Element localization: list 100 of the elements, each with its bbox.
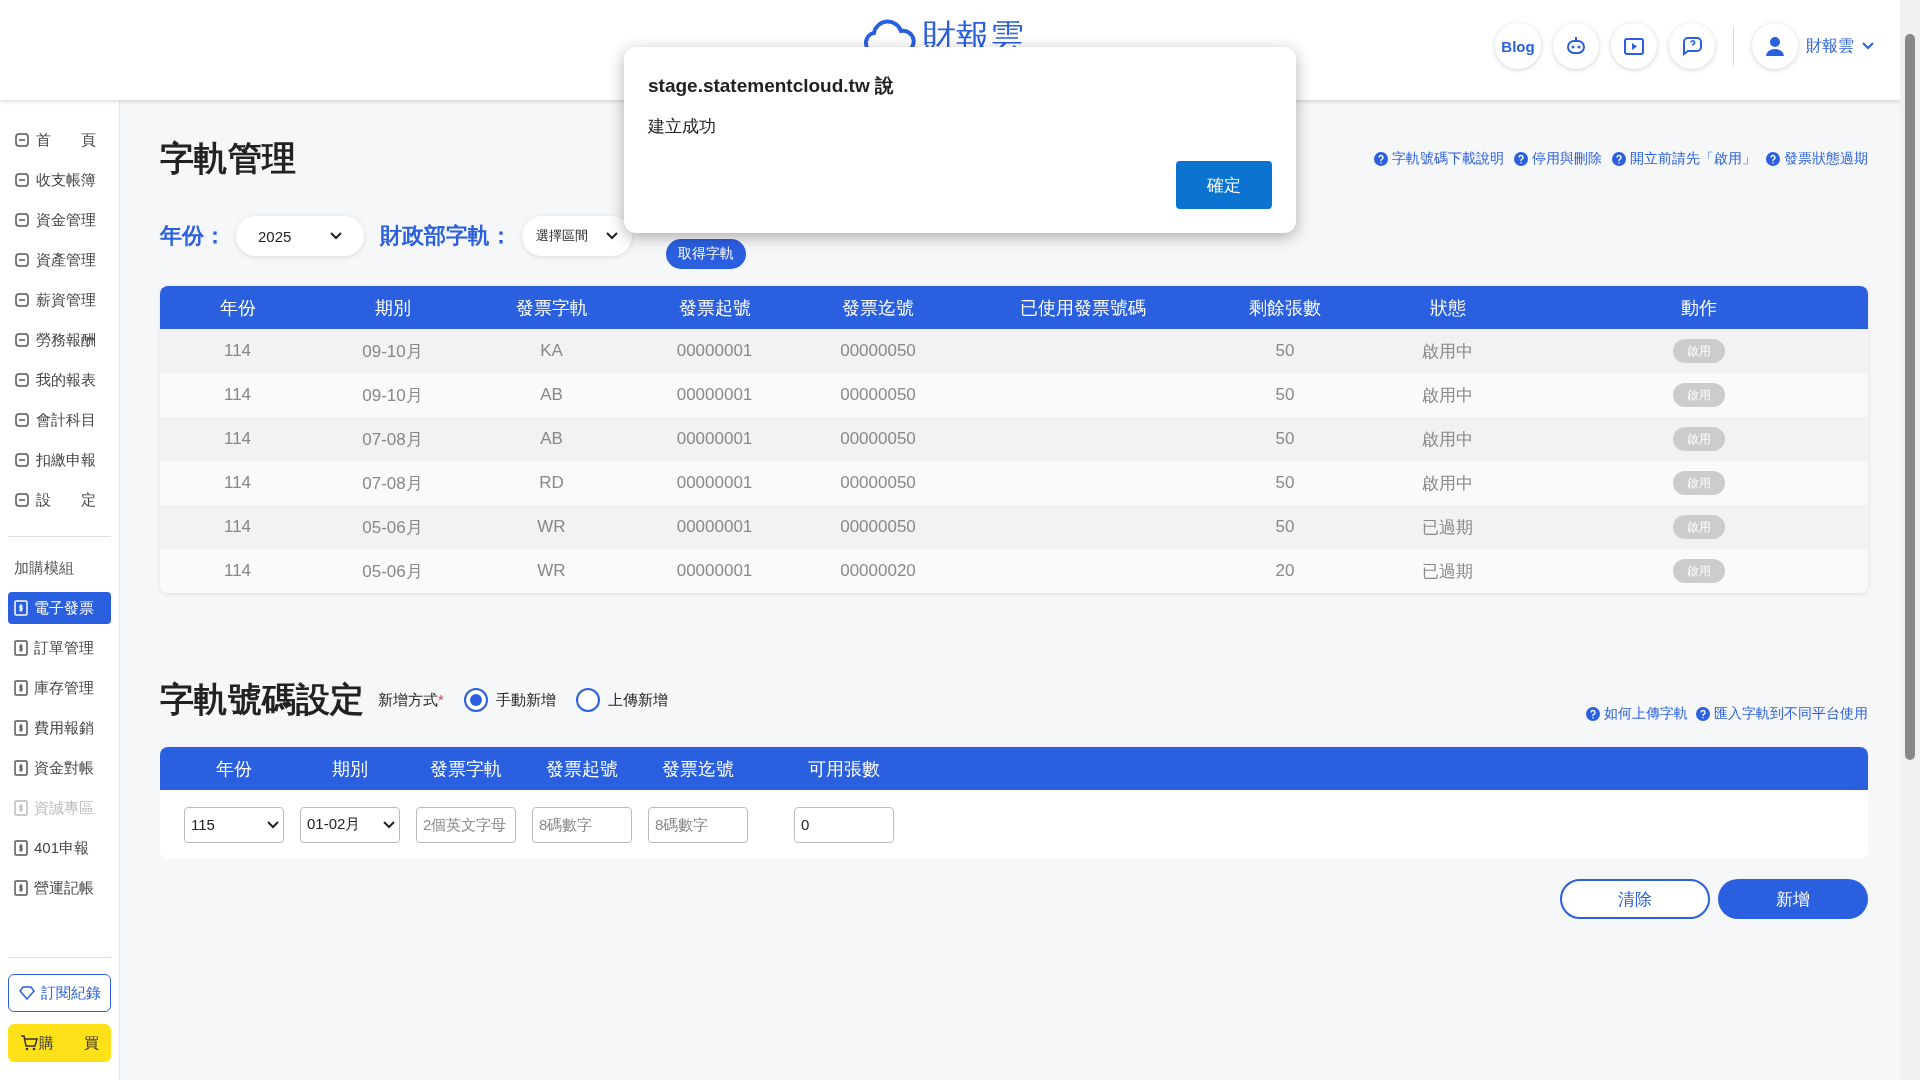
- sidebar-item[interactable]: 收支帳簿: [8, 160, 111, 200]
- table-cell-text: 00000050: [839, 341, 917, 361]
- sidebar-item[interactable]: 庫存管理: [8, 668, 111, 708]
- table-cell-text: 已過期: [1421, 516, 1474, 539]
- table-cell-text: 00000001: [675, 473, 754, 493]
- table-cell-text: 00000050: [839, 517, 917, 537]
- table-cell-text: AB: [539, 385, 564, 405]
- sidebar-item[interactable]: 資產管理: [8, 240, 111, 280]
- nav-icon: [14, 212, 30, 228]
- table-cell-text: RD: [538, 473, 565, 493]
- help-link[interactable]: 發票狀態過期: [1766, 150, 1868, 168]
- help-link[interactable]: 字軌號碼下載說明: [1374, 150, 1504, 168]
- input-field[interactable]: 8碼數字: [532, 806, 632, 843]
- sidebar-item[interactable]: 訂單管理: [8, 628, 111, 668]
- column-header: 剩餘張數: [1248, 296, 1322, 320]
- sidebar-item[interactable]: 電子發票: [8, 592, 111, 624]
- document-icon: [14, 640, 28, 656]
- nav-icon: [14, 172, 30, 188]
- sidebar-item[interactable]: 我的報表: [8, 360, 111, 400]
- table-cell-text: 114: [222, 385, 253, 405]
- table-cell-text: 啟用中: [1421, 340, 1474, 363]
- table-cell-text: 114: [222, 561, 253, 581]
- sidebar-item[interactable]: 首 頁: [8, 120, 111, 160]
- track-label: 財政部字軌：: [380, 222, 512, 250]
- chevron-down-icon: [267, 820, 279, 829]
- sidebar-item[interactable]: 薪資管理: [8, 280, 111, 320]
- radio-option[interactable]: 上傳新增: [575, 688, 668, 712]
- nav-icon: [14, 412, 30, 428]
- user-name[interactable]: 財報雲: [1806, 35, 1854, 57]
- column-header: 期別: [373, 296, 412, 320]
- radio-button[interactable]: [463, 688, 488, 712]
- table-cell-text: AB: [539, 429, 564, 449]
- column-header: 發票迄號: [841, 296, 915, 320]
- document-icon: [14, 800, 28, 816]
- table-cell-text: 50: [1274, 429, 1296, 449]
- nav-icon: [14, 332, 30, 348]
- radio-option[interactable]: 手動新增: [463, 688, 556, 712]
- input-field[interactable]: 2個英文字母: [416, 806, 516, 843]
- page-title: 字軌管理: [160, 138, 296, 179]
- table-cell-text: 00000001: [675, 385, 754, 405]
- sidebar-item[interactable]: 401申報: [8, 828, 111, 868]
- radio-label: 上傳新增: [607, 690, 668, 710]
- table-cell-text: 50: [1274, 341, 1296, 361]
- sidebar-item[interactable]: 營運記帳: [8, 868, 111, 908]
- sidebar-item[interactable]: 資金對帳: [8, 748, 111, 788]
- table-cell-text: 50: [1274, 517, 1296, 537]
- help-icon: [1696, 707, 1710, 721]
- sidebar-item[interactable]: 費用報銷: [8, 708, 111, 748]
- table-cell-text: 00000001: [675, 429, 754, 449]
- dialog-message: 建立成功: [648, 116, 717, 138]
- sidebar-item[interactable]: 資金管理: [8, 200, 111, 240]
- input-field[interactable]: 0: [794, 806, 894, 843]
- column-header: 年份: [215, 757, 253, 781]
- help-icon: [1586, 707, 1600, 721]
- column-header: 可用張數: [807, 757, 881, 781]
- chevron-down-icon: [330, 232, 342, 240]
- column-header: 年份: [218, 296, 257, 320]
- help-link[interactable]: 如何上傳字軌: [1586, 705, 1688, 723]
- period-select[interactable]: 選擇區間: [522, 216, 632, 256]
- scroll-thumb[interactable]: [1905, 34, 1915, 760]
- sidebar-item[interactable]: 扣繳申報: [8, 440, 111, 480]
- sidebar-item[interactable]: 設 定: [8, 480, 111, 520]
- buy-button[interactable]: 購 買: [8, 1024, 111, 1062]
- nav-icon: [14, 452, 30, 468]
- column-header: 期別: [331, 757, 369, 781]
- clear-button[interactable]: 清除: [1560, 879, 1710, 919]
- subscription-button[interactable]: 訂閱紀錄: [8, 974, 111, 1012]
- chevron-down-icon: [1862, 42, 1874, 50]
- avatar[interactable]: [1752, 23, 1798, 69]
- nav-icon: [14, 372, 30, 388]
- help-link[interactable]: 停用與刪除: [1514, 150, 1602, 168]
- help-link[interactable]: 匯入字軌到不同平台使用: [1696, 705, 1868, 723]
- blog-button[interactable]: Blog: [1495, 23, 1541, 69]
- document-icon: [14, 680, 28, 696]
- document-icon: [14, 880, 28, 896]
- chevron-down-icon: [606, 232, 618, 240]
- year-select[interactable]: 2025: [236, 216, 364, 256]
- video-book-button[interactable]: [1611, 23, 1657, 69]
- sidebar-item[interactable]: 會計科目: [8, 400, 111, 440]
- help-link[interactable]: 開立前請先「啟用」: [1612, 150, 1756, 168]
- select-field[interactable]: 115: [184, 806, 284, 843]
- column-header: 發票起號: [545, 757, 619, 781]
- table-cell-text: 07-08月: [361, 472, 424, 495]
- chat-question-button[interactable]: [1669, 23, 1715, 69]
- add-button[interactable]: 新增: [1718, 879, 1868, 919]
- table-cell-text: 50: [1274, 385, 1296, 405]
- table-cell-text: 00000001: [675, 341, 754, 361]
- scrollbar[interactable]: [1900, 0, 1920, 1080]
- nav-icon: [14, 492, 30, 508]
- radio-button[interactable]: [575, 688, 600, 712]
- fetch-button[interactable]: 取得字軌: [666, 239, 746, 269]
- robot-button[interactable]: [1553, 23, 1599, 69]
- ok-button[interactable]: 確定: [1176, 161, 1272, 209]
- section-label: 加購模組: [13, 558, 75, 578]
- column-header: 狀態: [1428, 296, 1467, 320]
- input-field[interactable]: 8碼數字: [648, 806, 748, 843]
- cart-icon: [20, 1035, 38, 1051]
- select-field[interactable]: 01-02月: [300, 806, 400, 843]
- year-label: 年份：: [160, 222, 226, 250]
- sidebar-item[interactable]: 勞務報酬: [8, 320, 111, 360]
